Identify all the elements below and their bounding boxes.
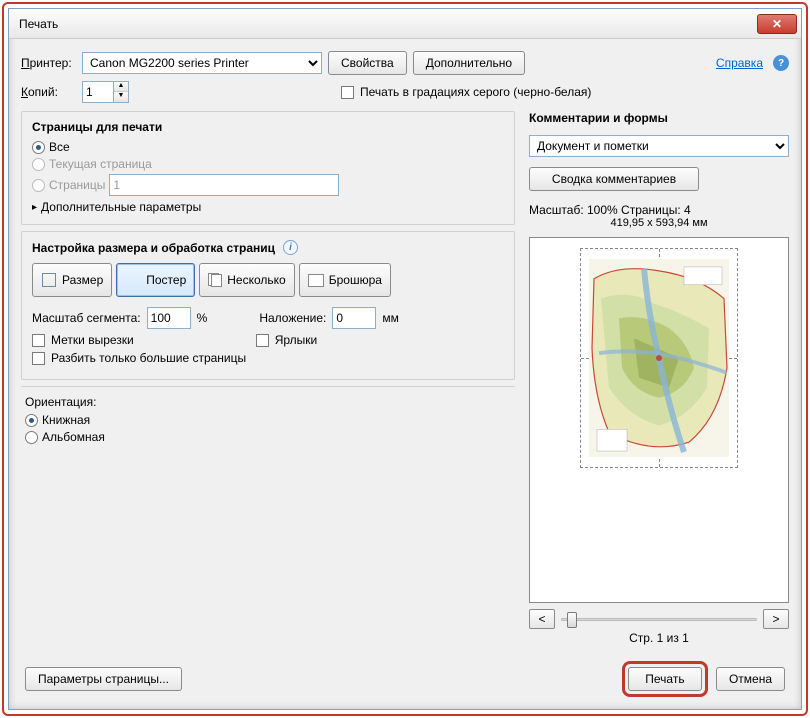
booklet-icon [308,272,324,288]
pages-group-title: Страницы для печати [32,120,504,134]
advanced-button[interactable]: Дополнительно [413,51,525,75]
orientation-portrait-radio[interactable] [25,414,38,427]
preview-area [529,237,789,603]
preview-page-of: Стр. 1 из 1 [529,631,789,645]
orientation-landscape-radio[interactable] [25,431,38,444]
pages-range-radio[interactable] [32,179,45,192]
grayscale-checkbox[interactable] [341,86,354,99]
grayscale-label: Печать в градациях серого (черно-белая) [360,85,591,99]
comments-select[interactable]: Документ и пометки [529,135,789,157]
cancel-button[interactable]: Отмена [716,667,785,691]
tile-scale-unit: % [197,311,208,325]
copies-input[interactable] [82,81,114,103]
titlebar: Печать ✕ [9,9,801,39]
window-title: Печать [19,17,757,31]
print-highlight: Печать [622,661,708,697]
tile-scale-input[interactable] [147,307,191,329]
preview-scale-info: Масштаб: 100% Страницы: 4 [529,203,789,217]
pages-range-label: Страницы [49,178,105,192]
close-icon: ✕ [772,17,782,31]
onlylarge-checkbox[interactable] [32,352,45,365]
preview-page [580,248,738,468]
handling-title: Настройка размера и обработка страниц [32,241,275,255]
onlylarge-label: Разбить только большие страницы [51,351,246,365]
orientation-landscape-label: Альбомная [42,430,105,444]
printer-label: Принтер: [21,56,76,70]
labels-label: Ярлыки [275,333,318,347]
poster-icon [125,272,141,288]
pages-current-radio [32,158,45,171]
size-icon [41,272,57,288]
mode-booklet-button[interactable]: Брошюра [299,263,391,297]
expand-icon: ▸ [32,202,37,213]
copies-spinner[interactable]: ▲▼ [82,81,129,103]
overlap-label: Наложение: [259,311,326,325]
pages-group: Страницы для печати Все Текущая страница… [21,111,515,225]
preview-slider[interactable] [561,610,757,628]
labels-checkbox[interactable] [256,334,269,347]
help-link[interactable]: Справка [716,56,763,70]
preview-next-button[interactable]: > [763,609,789,629]
slider-thumb[interactable] [567,612,577,628]
overlap-input[interactable] [332,307,376,329]
spin-up-icon[interactable]: ▲ [114,82,128,92]
print-button[interactable]: Печать [628,667,702,691]
mode-size-button[interactable]: Размер [32,263,112,297]
pages-more-label: Дополнительные параметры [41,200,201,214]
comments-summary-button[interactable]: Сводка комментариев [529,167,699,191]
pages-more-toggle[interactable]: ▸ Дополнительные параметры [32,200,504,214]
orientation-portrait-label: Книжная [42,413,90,427]
map-preview-icon [589,259,729,457]
info-icon[interactable]: i [283,240,298,255]
copies-label: Копий: [21,85,76,99]
handling-group: Настройка размера и обработка страниц i … [21,231,515,380]
cutmarks-checkbox[interactable] [32,334,45,347]
preview-dims: 419,95 x 593,94 мм [529,217,789,229]
cutmarks-label: Метки вырезки [51,333,134,347]
pages-all-radio[interactable] [32,141,45,154]
properties-button[interactable]: Свойства [328,51,407,75]
pages-all-label: Все [49,140,70,154]
preview-prev-button[interactable]: < [529,609,555,629]
comments-title: Комментарии и формы [529,111,789,125]
multi-icon [208,273,222,287]
orientation-title: Ориентация: [25,395,505,409]
help-icon[interactable]: ? [773,55,789,71]
mode-multi-button[interactable]: Несколько [199,263,294,297]
mode-poster-button[interactable]: Постер [116,263,195,297]
close-button[interactable]: ✕ [757,14,797,34]
tile-scale-label: Масштаб сегмента: [32,311,141,325]
printer-select[interactable]: Canon MG2200 series Printer [82,52,322,74]
orientation-group: Ориентация: Книжная Альбомная [21,386,515,457]
pages-current-label: Текущая страница [49,157,152,171]
pages-range-input[interactable] [109,174,339,196]
spin-down-icon[interactable]: ▼ [114,92,128,102]
page-setup-button[interactable]: Параметры страницы... [25,667,182,691]
overlap-unit: мм [382,311,399,325]
